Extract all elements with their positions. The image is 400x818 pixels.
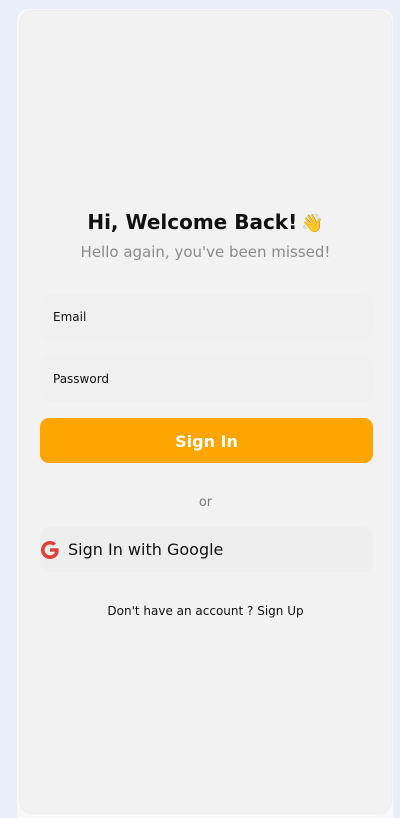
page-title: Hi, Welcome Back! 👋 xyxy=(20,207,391,239)
page-subtitle: Hello again, you've been missed! xyxy=(80,243,331,261)
email-field[interactable] xyxy=(40,294,373,340)
google-sign-in-button[interactable]: Sign In with Google xyxy=(40,527,373,572)
google-icon xyxy=(41,540,59,559)
wave-icon: 👋 xyxy=(301,213,324,234)
google-button-label: Sign In with Google xyxy=(68,540,224,559)
signup-prompt: Don't have an account ? xyxy=(107,604,254,618)
title-text: Hi, Welcome Back! xyxy=(87,210,298,234)
password-input[interactable] xyxy=(53,372,373,386)
or-divider: or xyxy=(198,495,213,510)
email-input[interactable] xyxy=(53,310,373,324)
signup-row: Don't have an account ? Sign Up xyxy=(20,604,391,618)
password-field[interactable] xyxy=(40,356,373,402)
sign-up-link[interactable]: Sign Up xyxy=(257,604,303,618)
login-card: Hi, Welcome Back! 👋 Hello again, you've b… xyxy=(20,11,391,813)
sign-in-button[interactable]: Sign In xyxy=(40,418,373,463)
